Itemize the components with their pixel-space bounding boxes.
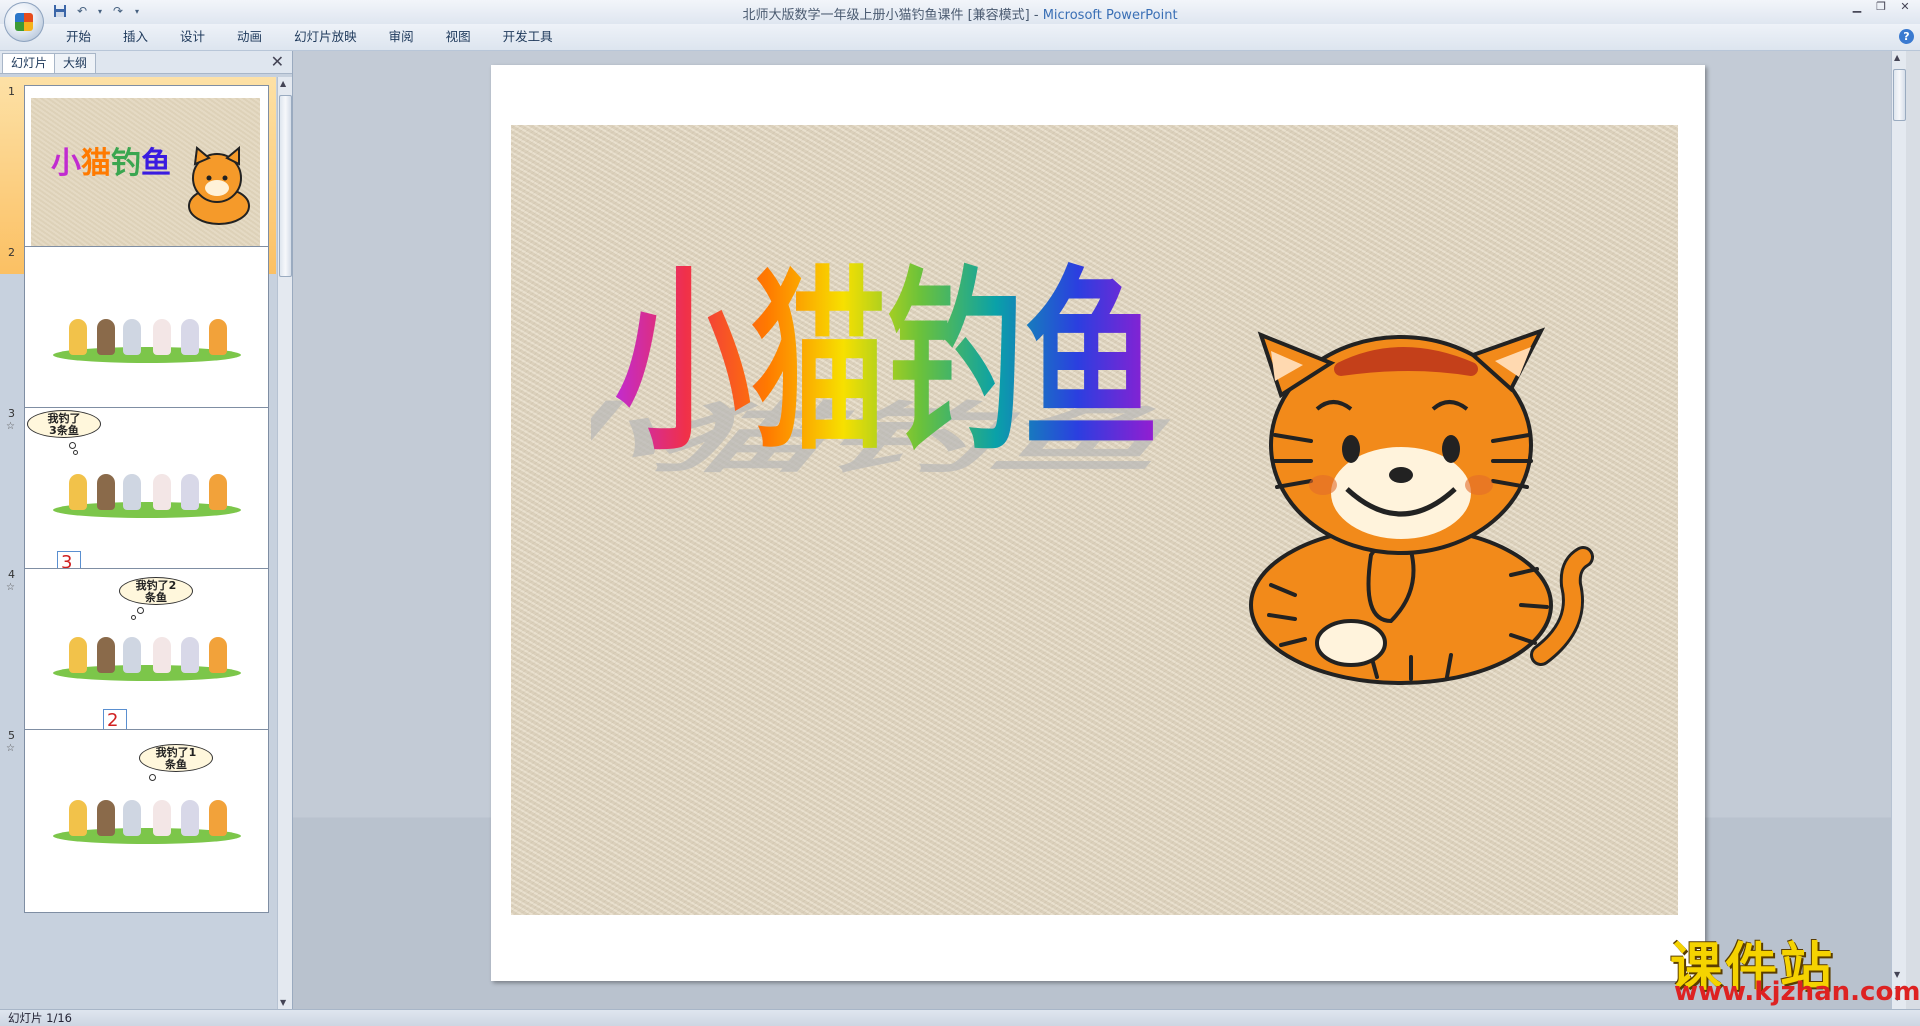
slide-number: 4 <box>8 568 15 581</box>
cartoon-cat <box>123 474 141 510</box>
help-icon[interactable]: ? <box>1899 29 1914 44</box>
bubble-dot <box>73 450 78 455</box>
thumb-title-text: 小猫钓鱼 <box>51 146 171 181</box>
scroll-down-icon[interactable]: ▼ <box>280 998 286 1007</box>
window-title: 北师大版数学一年级上册小猫钓鱼课件 [兼容模式] - Microsoft Pow… <box>0 4 1920 23</box>
slide-background: 小猫钓鱼 <box>31 98 260 256</box>
cartoon-cat <box>123 319 141 355</box>
cartoon-cat <box>209 474 227 510</box>
slide-number: 2 <box>8 246 15 259</box>
slide-editor: 小猫钓鱼 小猫钓鱼 ▲ ▼ ⏶ ⏷ <box>293 51 1906 1009</box>
close-icon[interactable]: ✕ <box>1894 0 1916 16</box>
cartoon-cat <box>181 319 199 355</box>
restore-icon[interactable]: ❐ <box>1870 0 1892 16</box>
cartoon-cat <box>97 800 115 836</box>
slides-pane: 幻灯片 大纲 ✕ 1 小猫钓鱼 2 3 ☆ 我钓了 3条鱼 3 4 ☆ 我钓了2… <box>0 51 293 1009</box>
bubble-dot <box>69 442 76 449</box>
tab-animations[interactable]: 动画 <box>221 29 278 45</box>
title-bar: ↶ ▾ ↷ ▾ 北师大版数学一年级上册小猫钓鱼课件 [兼容模式] - Micro… <box>0 0 1920 42</box>
minimize-icon[interactable]: ▁ <box>1846 0 1868 16</box>
cartoon-cat <box>153 637 171 673</box>
tab-design[interactable]: 设计 <box>164 29 221 45</box>
animation-star-icon: ☆ <box>6 421 15 432</box>
tab-insert[interactable]: 插入 <box>107 29 164 45</box>
status-bar: 幻灯片 1/16 <box>0 1009 1920 1026</box>
speech-bubble: 我钓了 3条鱼 <box>27 410 101 438</box>
cats-fishing-scene <box>53 303 241 363</box>
scroll-up-icon[interactable]: ▲ <box>1894 53 1900 62</box>
slide-thumbnail-5[interactable]: 5 ☆ 我钓了1 条鱼 <box>0 721 276 918</box>
cartoon-cat <box>181 637 199 673</box>
cartoon-cat <box>69 637 87 673</box>
cartoon-cat <box>97 474 115 510</box>
watermark-url: www.kjzhan.com <box>1674 977 1920 1007</box>
slide-indicator: 幻灯片 1/16 <box>8 1011 72 1025</box>
slide-background-picture: 小猫钓鱼 小猫钓鱼 <box>511 125 1678 915</box>
cats-fishing-scene <box>53 784 241 844</box>
cartoon-cat <box>97 319 115 355</box>
ribbon-tabs: 开始 插入 设计 动画 幻灯片放映 审阅 视图 开发工具 <box>50 29 569 45</box>
site-watermark: 课件站 www.kjzhan.com <box>1670 925 1920 1007</box>
cat-illustration[interactable] <box>1211 325 1631 685</box>
animation-star-icon: ☆ <box>6 582 15 593</box>
tab-slides[interactable]: 幻灯片 <box>2 53 57 73</box>
app-name: Microsoft PowerPoint <box>1042 8 1178 23</box>
slide-scrollbar[interactable]: ▲ ▼ ⏶ ⏷ <box>1891 51 1906 1009</box>
tab-review[interactable]: 审阅 <box>373 29 430 45</box>
animation-star-icon: ☆ <box>6 743 15 754</box>
slide-title-wordart[interactable]: 小猫钓鱼 小猫钓鱼 <box>591 235 1171 495</box>
pane-tabs: 幻灯片 大纲 ✕ <box>0 51 292 74</box>
document-title: 北师大版数学一年级上册小猫钓鱼课件 [兼容模式] <box>742 8 1030 23</box>
tab-developer[interactable]: 开发工具 <box>487 29 569 45</box>
cartoon-cat <box>209 637 227 673</box>
scrollbar-thumb[interactable] <box>279 95 292 277</box>
cartoon-cat <box>123 637 141 673</box>
cartoon-cat <box>69 800 87 836</box>
cartoon-cat <box>69 319 87 355</box>
title-separator: - <box>1029 8 1043 23</box>
cartoon-cat <box>153 474 171 510</box>
ribbon: 开始 插入 设计 动画 幻灯片放映 审阅 视图 开发工具 ? <box>0 24 1920 51</box>
cartoon-cat <box>97 637 115 673</box>
bubble-dot <box>131 615 136 620</box>
cartoon-cat <box>209 319 227 355</box>
close-pane-icon[interactable]: ✕ <box>271 53 284 71</box>
tab-outline[interactable]: 大纲 <box>54 53 97 73</box>
cats-fishing-scene <box>53 458 241 518</box>
cartoon-cat <box>181 800 199 836</box>
office-logo-icon <box>15 13 33 31</box>
current-slide[interactable]: 小猫钓鱼 小猫钓鱼 <box>491 65 1705 981</box>
window-controls: ▁ ❐ ✕ <box>1846 0 1916 16</box>
cartoon-cat <box>209 800 227 836</box>
cartoon-cat <box>153 800 171 836</box>
bubble-dot <box>137 607 144 614</box>
bubble-dot <box>149 774 156 781</box>
slide-preview: 我钓了1 条鱼 <box>24 729 269 913</box>
scrollbar-thumb[interactable] <box>1893 69 1906 121</box>
wordart-text: 小猫钓鱼 <box>615 247 1159 477</box>
slide-number: 1 <box>8 85 15 98</box>
speech-bubble: 我钓了1 条鱼 <box>139 744 213 772</box>
cartoon-cat <box>181 474 199 510</box>
thumbnails-scrollbar[interactable]: ▲ ▼ <box>277 77 292 1009</box>
cartoon-cat <box>69 474 87 510</box>
cat-thumb-icon <box>188 146 250 225</box>
cats-fishing-scene <box>53 621 241 681</box>
scroll-up-icon[interactable]: ▲ <box>280 79 286 88</box>
cartoon-cat <box>123 800 141 836</box>
tab-home[interactable]: 开始 <box>50 29 107 45</box>
office-button[interactable] <box>4 2 44 42</box>
tab-slideshow[interactable]: 幻灯片放映 <box>278 29 373 45</box>
slide-thumbnails: 1 小猫钓鱼 2 3 ☆ 我钓了 3条鱼 3 4 ☆ 我钓了2 条鱼 2 5 ☆… <box>0 77 276 1009</box>
slide-number: 5 <box>8 729 15 742</box>
tab-view[interactable]: 视图 <box>430 29 487 45</box>
slide-number: 3 <box>8 407 15 420</box>
speech-bubble: 我钓了2 条鱼 <box>119 577 193 605</box>
cartoon-cat <box>153 319 171 355</box>
